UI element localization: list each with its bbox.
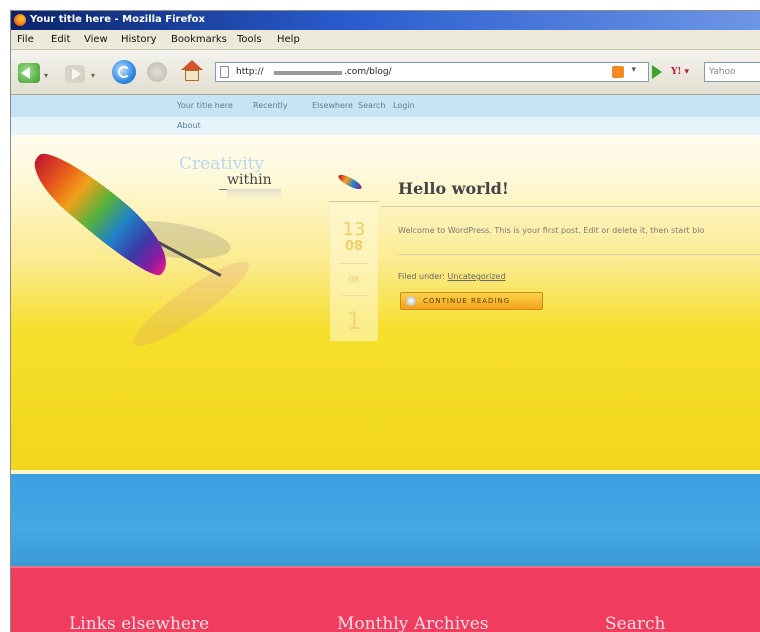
category-link[interactable]: Uncategorized	[448, 272, 506, 281]
menu-history[interactable]: History	[121, 34, 157, 45]
nav-link-search[interactable]: Search	[358, 101, 385, 110]
menu-edit[interactable]: Edit	[51, 34, 70, 45]
nav-link-recently[interactable]: Recently	[253, 101, 288, 110]
blue-band	[11, 474, 760, 566]
back-button[interactable]	[18, 63, 40, 83]
home-icon[interactable]	[181, 60, 203, 82]
nav-link-login[interactable]: Login	[393, 101, 415, 110]
site-nav: Your title here Recently Elsewhere Searc…	[11, 95, 760, 117]
menu-view[interactable]: View	[84, 34, 108, 45]
url-prefix: http://	[236, 67, 264, 77]
url-dropdown[interactable]: ▾	[631, 65, 636, 75]
forward-arrow-icon	[72, 68, 81, 80]
post-date: 13 08 08 1	[330, 205, 378, 341]
menu-help[interactable]: Help	[277, 34, 300, 45]
yahoo-search-icon[interactable]: Y! ▾	[671, 62, 705, 82]
post-title[interactable]: Hello world!	[398, 179, 509, 198]
window-title: Your title here - Mozilla Firefox	[30, 14, 205, 25]
date-divider	[340, 295, 368, 296]
post-category: Filed under: Uncategorized	[398, 272, 506, 281]
nav-link-home[interactable]: Your title here	[177, 101, 233, 110]
feather-vane	[22, 141, 182, 284]
search-engine-label: Y!	[671, 67, 682, 77]
logo-reflection	[227, 189, 281, 199]
address-bar[interactable]: http:// .com/blog/ ▾	[215, 62, 649, 82]
back-history-dropdown[interactable]: ▾	[44, 71, 48, 80]
footer-heading-archives: Monthly Archives	[337, 614, 489, 632]
firefox-logo-icon	[14, 14, 26, 26]
site-logo-line2[interactable]: within	[227, 172, 272, 188]
post-icon	[329, 165, 379, 202]
menu-tools[interactable]: Tools	[237, 34, 262, 45]
site-logo-line1[interactable]: Creativity	[179, 154, 264, 174]
post-date-year: 08	[348, 275, 360, 284]
menu-bar: File Edit View History Bookmarks Tools H…	[11, 30, 760, 50]
title-bar: Your title here - Mozilla Firefox	[11, 11, 760, 30]
forward-button[interactable]	[65, 65, 85, 83]
menu-bookmarks[interactable]: Bookmarks	[171, 34, 227, 45]
page-icon	[220, 66, 229, 78]
stop-icon[interactable]	[147, 62, 167, 82]
filed-under-label: Filed under:	[398, 272, 445, 281]
feather-icon	[336, 172, 364, 192]
back-arrow-icon	[21, 67, 30, 79]
post-comment-count[interactable]: 1	[330, 307, 378, 335]
page-viewport: Your title here Recently Elsewhere Searc…	[11, 95, 760, 632]
post-title-divider	[381, 206, 760, 207]
continue-bullet-icon	[406, 296, 416, 306]
url-redacted	[274, 71, 342, 75]
url-suffix: .com/blog/	[344, 67, 392, 77]
rss-feed-icon[interactable]	[612, 66, 624, 78]
post-date-day: 13	[342, 219, 366, 240]
footer-heading-search: Search	[605, 614, 666, 632]
search-placeholder: Yahoo	[709, 67, 736, 77]
continue-reading-button[interactable]: CONTINUE READING	[400, 292, 543, 310]
home-body	[185, 70, 199, 81]
nav-link-elsewhere[interactable]: Elsewhere	[312, 101, 353, 110]
post-date-month: 08	[344, 239, 364, 254]
date-divider	[340, 263, 368, 264]
search-input[interactable]: Yahoo	[704, 62, 760, 82]
post-excerpt: Welcome to WordPress. This is your first…	[398, 226, 705, 235]
navigation-toolbar: ▾ ▾ http:// .com/blog/ ▾ Y! ▾ Yahoo	[11, 50, 760, 95]
continue-reading-label: CONTINUE READING	[423, 297, 511, 305]
post-divider	[398, 254, 760, 255]
menu-file[interactable]: File	[17, 34, 34, 45]
home-roof	[181, 60, 203, 70]
forward-history-dropdown[interactable]: ▾	[91, 71, 95, 80]
reload-icon[interactable]	[112, 60, 136, 84]
footer: Links elsewhere Monthly Archives Search	[11, 566, 760, 632]
go-arrow-icon[interactable]	[652, 65, 662, 79]
footer-heading-links: Links elsewhere	[69, 614, 210, 632]
browser-window: Your title here - Mozilla Firefox File E…	[10, 10, 760, 632]
